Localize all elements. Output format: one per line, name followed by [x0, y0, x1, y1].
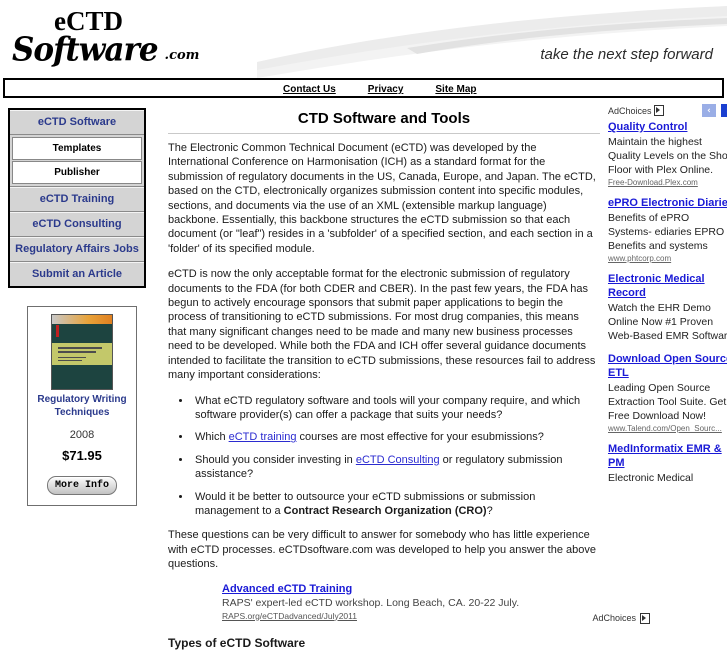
ad-unit: Quality Control Maintain the highest Qua…: [608, 120, 727, 187]
ad-unit: Electronic Medical Record Watch the EHR …: [608, 272, 727, 343]
sidebar-menu: eCTD Software Templates Publisher eCTD T…: [8, 108, 146, 288]
link-ectd-training[interactable]: eCTD training: [229, 431, 297, 443]
ad-title-link[interactable]: Electronic Medical Record: [608, 272, 727, 300]
ad-description: Watch the EHR Demo Online Now #1 Proven …: [608, 302, 727, 342]
nav-link-site-map[interactable]: Site Map: [435, 84, 476, 95]
ad-sidebar-header: AdChoices ‹ ›: [608, 104, 727, 118]
product-title[interactable]: Regulatory Writing Techniques: [34, 393, 130, 419]
book-cover-line: [58, 347, 102, 349]
bullet-text: courses are most effective for your esub…: [296, 431, 544, 444]
ad-title-link[interactable]: ePRO Electronic Diaries: [608, 196, 727, 210]
nav-item: Site Map: [435, 83, 476, 95]
logo-software-text: Software: [12, 31, 159, 69]
nav-item: Contact Us: [283, 83, 336, 95]
sidebar-item-submit-an-article[interactable]: Submit an Article: [10, 262, 144, 286]
list-item: Which eCTD training courses are most eff…: [192, 430, 600, 444]
sidebar-item-templates[interactable]: Templates: [12, 137, 142, 160]
ad-unit: ePRO Electronic Diaries Benefits of ePRO…: [608, 196, 727, 263]
ad-description: Electronic Medical: [608, 472, 694, 484]
page-body: eCTD Software Templates Publisher eCTD T…: [0, 98, 727, 650]
adchoices-label-inline[interactable]: AdChoices: [592, 612, 650, 624]
ad-prev-arrow-icon[interactable]: ‹: [701, 104, 716, 118]
intro-paragraph-1: The Electronic Common Technical Document…: [168, 142, 596, 255]
inline-ad-url-link[interactable]: RAPS.org/eCTDadvanced/July2011: [222, 611, 357, 621]
sidebar-item-ectd-consulting[interactable]: eCTD Consulting: [10, 212, 144, 237]
bullet-text: ?: [486, 504, 493, 517]
inline-ad-description: RAPS' expert-led eCTD workshop. Long Bea…: [222, 596, 520, 609]
nav-item: Privacy: [368, 83, 404, 95]
bullet-text: Which: [195, 431, 229, 444]
main-content: CTD Software and Tools The Electronic Co…: [160, 104, 650, 650]
intro-paragraph-2: eCTD is now the only acceptable format f…: [168, 268, 596, 382]
bullet-text-bold: Contract Research Organization (CRO): [283, 504, 487, 517]
ad-url-link[interactable]: Free-Download.Plex.com: [608, 178, 727, 187]
page-title: CTD Software and Tools: [297, 110, 471, 127]
left-sidebar: eCTD Software Templates Publisher eCTD T…: [0, 104, 160, 506]
inline-advertisement: Advanced eCTD Training RAPS' expert-led …: [222, 583, 650, 624]
bullet-text: What eCTD regulatory software and tools …: [195, 394, 581, 421]
list-item: What eCTD regulatory software and tools …: [192, 394, 600, 423]
nav-link-contact-us[interactable]: Contact Us: [283, 84, 336, 95]
right-ad-sidebar: AdChoices ‹ › Quality Control Maintain t…: [608, 104, 727, 494]
nav-link-privacy[interactable]: Privacy: [368, 84, 404, 95]
sidebar-item-regulatory-affairs-jobs[interactable]: Regulatory Affairs Jobs: [10, 237, 144, 262]
book-cover-image[interactable]: [51, 314, 113, 390]
adchoices-icon: [640, 612, 650, 624]
nav-list: Contact Us Privacy Site Map: [283, 83, 509, 95]
book-cover-topbar: [52, 315, 112, 324]
ad-description: Benefits of ePRO Systems- ediaries EPRO …: [608, 212, 725, 252]
site-header: eCTD Software .com take the next step fo…: [0, 0, 727, 78]
list-item: Should you consider investing in eCTD Co…: [192, 453, 600, 482]
ad-url-link[interactable]: www.phtcorp.com: [608, 254, 727, 263]
sidebar-item-publisher[interactable]: Publisher: [12, 161, 142, 184]
product-price: $71.95: [62, 448, 102, 463]
adchoices-label-sidebar[interactable]: AdChoices: [608, 105, 664, 116]
ad-title-link[interactable]: Quality Control: [608, 120, 727, 134]
product-promo-box: Regulatory Writing Techniques 2008 $71.9…: [27, 306, 137, 506]
ad-unit: MedInformatix EMR & PM Electronic Medica…: [608, 442, 727, 485]
book-cover-line: [58, 360, 82, 361]
adchoices-text: AdChoices: [608, 105, 652, 116]
book-cover-line: [58, 357, 86, 358]
link-ectd-consulting[interactable]: eCTD Consulting: [356, 454, 440, 466]
ad-next-arrow-icon[interactable]: ›: [721, 104, 727, 118]
adchoices-text: AdChoices: [592, 613, 636, 624]
more-info-button[interactable]: More Info: [47, 476, 117, 495]
sidebar-submenu-group: Templates Publisher: [10, 135, 144, 187]
logo-dotcom-text: .com: [164, 48, 200, 63]
site-tagline: take the next step forward: [540, 46, 713, 63]
ad-title-link[interactable]: MedInformatix EMR & PM: [608, 442, 727, 470]
closing-paragraph: These questions can be very difficult to…: [168, 529, 596, 571]
book-cover-line: [58, 351, 96, 353]
adchoices-icon: [653, 105, 664, 116]
ad-pager-controls: ‹ ›: [700, 104, 727, 118]
top-navigation-bar: Contact Us Privacy Site Map: [3, 78, 724, 98]
ad-description: Maintain the highest Quality Levels on t…: [608, 136, 727, 176]
title-divider: [168, 133, 600, 134]
ad-description: Leading Open Source Extraction Tool Suit…: [608, 382, 727, 422]
sidebar-item-ectd-training[interactable]: eCTD Training: [10, 187, 144, 212]
inline-ad-title-link[interactable]: Advanced eCTD Training: [222, 583, 352, 595]
site-logo[interactable]: eCTD Software .com: [12, 6, 262, 67]
header-swoosh-decoration: [257, 6, 727, 78]
section-heading-types-of-ectd-software: Types of eCTD Software: [168, 635, 306, 650]
ad-unit: Download Open Source ETL Leading Open So…: [608, 352, 727, 433]
ad-title-link[interactable]: Download Open Source ETL: [608, 352, 727, 380]
product-year: 2008: [69, 429, 95, 441]
bullet-text: Should you consider investing in: [195, 453, 356, 466]
book-cover-redmark: [56, 325, 59, 337]
sidebar-item-ectd-software[interactable]: eCTD Software: [10, 110, 144, 135]
ad-url-link[interactable]: www.Talend.com/Open_Sourc...: [608, 424, 727, 433]
considerations-list: What eCTD regulatory software and tools …: [168, 394, 600, 519]
list-item: Would it be better to outsource your eCT…: [192, 490, 600, 519]
